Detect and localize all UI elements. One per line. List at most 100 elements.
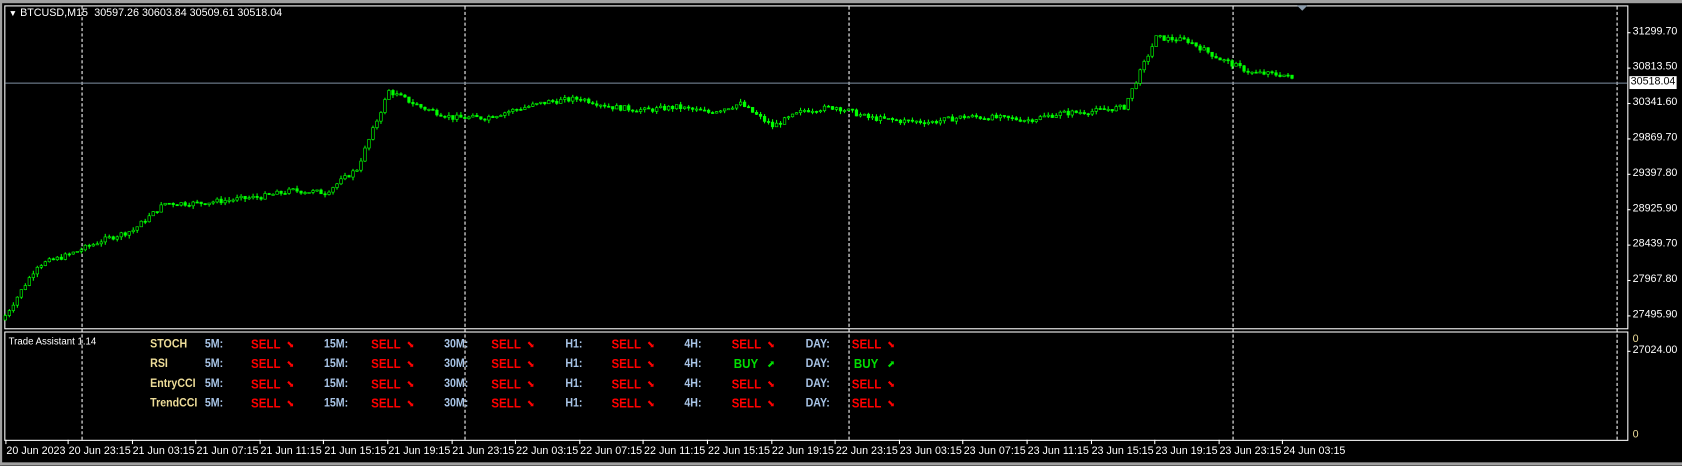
candle (834, 106, 839, 112)
candle (962, 113, 966, 120)
candle (750, 106, 755, 113)
candle-body (842, 110, 847, 112)
candle (910, 117, 915, 123)
candle (734, 104, 739, 111)
candle (1106, 106, 1110, 112)
candle (283, 190, 287, 195)
candle (1022, 119, 1026, 123)
candle (495, 115, 499, 119)
candle-body (882, 116, 887, 119)
candle-body (439, 114, 443, 117)
time-label: 23 Jun 11:15 (1027, 445, 1089, 457)
candle (659, 103, 663, 109)
candle-body (846, 108, 851, 111)
indicator-scale-top: 0 (1632, 333, 1639, 346)
candle (535, 102, 539, 106)
candle-body (918, 120, 923, 123)
candle (263, 191, 267, 200)
candle-body (942, 117, 946, 122)
candle (327, 190, 331, 196)
arrow-down-icon: ⬊ (887, 338, 896, 350)
candle (367, 138, 371, 151)
candle-body (27, 277, 31, 286)
arrow-down-icon: ⬊ (406, 358, 415, 370)
timeframe-label: 5M: (204, 377, 224, 391)
candle-body (1186, 38, 1190, 43)
candle (323, 191, 327, 198)
candle (383, 97, 387, 115)
candle (563, 94, 567, 103)
candle (207, 202, 211, 207)
candle-body (539, 101, 543, 104)
candle (159, 202, 163, 213)
candle-body (487, 116, 491, 121)
candle-body (1274, 72, 1278, 76)
candle (966, 115, 970, 119)
candle (239, 194, 243, 201)
candle (1270, 70, 1274, 75)
candle (247, 195, 251, 201)
candle (1010, 115, 1014, 121)
candle-body (1038, 116, 1042, 120)
candle (391, 89, 395, 98)
candle-body (838, 107, 843, 112)
candle-body (1066, 110, 1070, 116)
candle (331, 186, 335, 195)
candle (523, 104, 527, 110)
candle-body (719, 110, 723, 113)
candle (591, 101, 595, 105)
timeframe-label: DAY: (805, 357, 830, 371)
candle-body (339, 178, 343, 185)
candle-body (235, 197, 239, 201)
candle-body (79, 249, 83, 252)
candle-body (962, 115, 966, 119)
candle-body (1234, 63, 1238, 67)
candle-body (355, 169, 359, 172)
candle (1046, 112, 1050, 118)
arrow-down-icon: ⬊ (526, 358, 535, 370)
candle (231, 198, 235, 203)
candle-body (231, 199, 235, 202)
candle (343, 172, 347, 181)
dropdown-triangle-icon[interactable]: ▼ (9, 9, 17, 19)
candle-body (1190, 42, 1194, 44)
candle-body (511, 108, 515, 112)
candle-body (495, 116, 499, 119)
candle (758, 111, 763, 120)
candle-body (1122, 104, 1126, 110)
arrow-down-icon: ⬊ (526, 378, 535, 389)
shift-marker-icon[interactable] (1296, 5, 1308, 11)
candle (551, 99, 555, 104)
candle-body (1210, 51, 1214, 57)
candle-body (914, 120, 919, 123)
candle (1194, 42, 1198, 48)
timeframe-label: 5M: (204, 337, 224, 351)
candle (1218, 57, 1222, 61)
candle-body (1094, 108, 1098, 112)
candle (1150, 43, 1154, 59)
time-label: 24 Jun 03:15 (1283, 445, 1346, 457)
candle (914, 120, 919, 125)
time-tick (706, 439, 708, 445)
candle (1110, 109, 1114, 113)
candle (1134, 81, 1138, 90)
candle (287, 187, 291, 195)
arrow-down-icon: ⬊ (887, 378, 896, 389)
candle-body (1126, 97, 1130, 110)
candle-body (1154, 35, 1158, 47)
candle-body (874, 116, 879, 121)
candle (387, 89, 391, 100)
candle (671, 105, 675, 112)
candle (603, 102, 607, 109)
candle-body (1174, 39, 1178, 42)
candle (371, 125, 375, 141)
indicator-name: EntryCCI (150, 377, 196, 391)
candle-body (671, 105, 675, 110)
candle (1282, 74, 1286, 78)
candle (1182, 35, 1186, 40)
candle (1242, 64, 1246, 73)
arrow-down-icon: ⬊ (646, 378, 655, 389)
candle-body (663, 105, 667, 111)
candle-body (1050, 114, 1054, 118)
price-label: 31299.70 (1632, 25, 1678, 38)
